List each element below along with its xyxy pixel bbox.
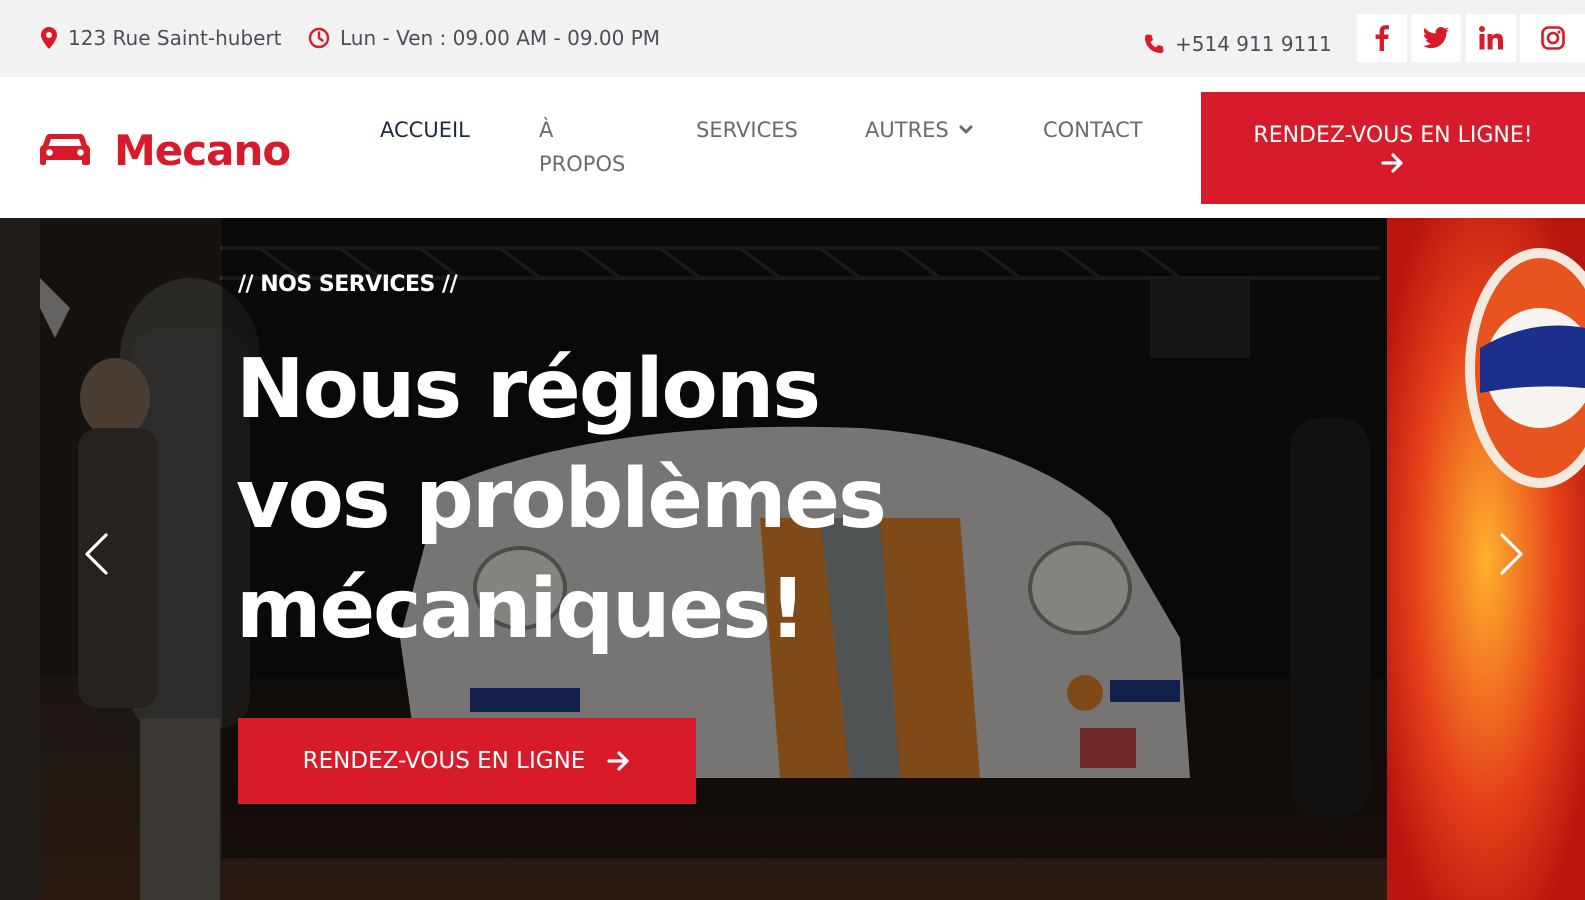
nav-accueil[interactable]: ACCUEIL (380, 113, 470, 147)
book-online-button[interactable]: RENDEZ-VOUS EN LIGNE! (1201, 92, 1585, 204)
nav-a-propos-line2: PROPOS (539, 152, 626, 176)
chevron-left-icon (85, 533, 108, 575)
nav-contact[interactable]: CONTACT (1043, 113, 1143, 147)
twitter-link[interactable] (1411, 14, 1461, 62)
hero-book-online-label: RENDEZ-VOUS EN LIGNE (302, 748, 586, 774)
hero-headline-line1: Nous réglons (236, 342, 821, 437)
linkedin-link[interactable] (1466, 14, 1516, 62)
car-icon (40, 134, 90, 165)
phone-icon (1145, 34, 1164, 53)
phone-info[interactable]: +514 911 9111 (1143, 30, 1332, 58)
hero-book-online-button[interactable]: RENDEZ-VOUS EN LIGNE (238, 718, 696, 804)
brand-name: Mecano (114, 125, 291, 175)
nav-services[interactable]: SERVICES (696, 113, 798, 147)
linkedin-icon (1479, 26, 1503, 50)
brand-logo[interactable]: Mecano (40, 122, 291, 178)
hours-text: Lun - Ven : 09.00 AM - 09.00 PM (340, 26, 661, 50)
twitter-icon (1423, 27, 1449, 49)
nav-autres-label: AUTRES (865, 118, 949, 142)
address-text: 123 Rue Saint-hubert (68, 26, 282, 50)
hero-headline: Nous réglons vos problèmes mécaniques! (236, 335, 936, 665)
hours-info: Lun - Ven : 09.00 AM - 09.00 PM (308, 24, 660, 52)
facebook-link[interactable] (1357, 14, 1407, 62)
hero-eyebrow: // NOS SERVICES // (238, 272, 458, 297)
phone-text: +514 911 9111 (1175, 32, 1332, 56)
book-online-label: RENDEZ-VOUS EN LIGNE! (1253, 122, 1533, 148)
slider-prev-arrow[interactable] (76, 524, 116, 584)
chevron-down-icon (959, 125, 973, 134)
facebook-icon (1375, 25, 1389, 51)
hero-headline-line3: mécaniques! (236, 562, 806, 657)
arrow-right-icon (1381, 152, 1403, 173)
address-info: 123 Rue Saint-hubert (40, 24, 282, 52)
slider-next-arrow[interactable] (1492, 524, 1532, 584)
chevron-right-icon (1500, 533, 1523, 575)
instagram-icon (1540, 26, 1565, 50)
map-pin-icon (41, 27, 57, 49)
hero-headline-line2: vos problèmes (236, 452, 887, 547)
nav-autres[interactable]: AUTRES (865, 113, 973, 147)
nav-a-propos[interactable]: À PROPOS (539, 113, 625, 181)
instagram-link[interactable] (1520, 14, 1585, 62)
arrow-right-icon (607, 751, 629, 771)
top-info-bar: 123 Rue Saint-hubert Lun - Ven : 09.00 A… (0, 0, 1585, 77)
clock-icon (308, 27, 330, 49)
nav-a-propos-line1: À (539, 118, 554, 142)
